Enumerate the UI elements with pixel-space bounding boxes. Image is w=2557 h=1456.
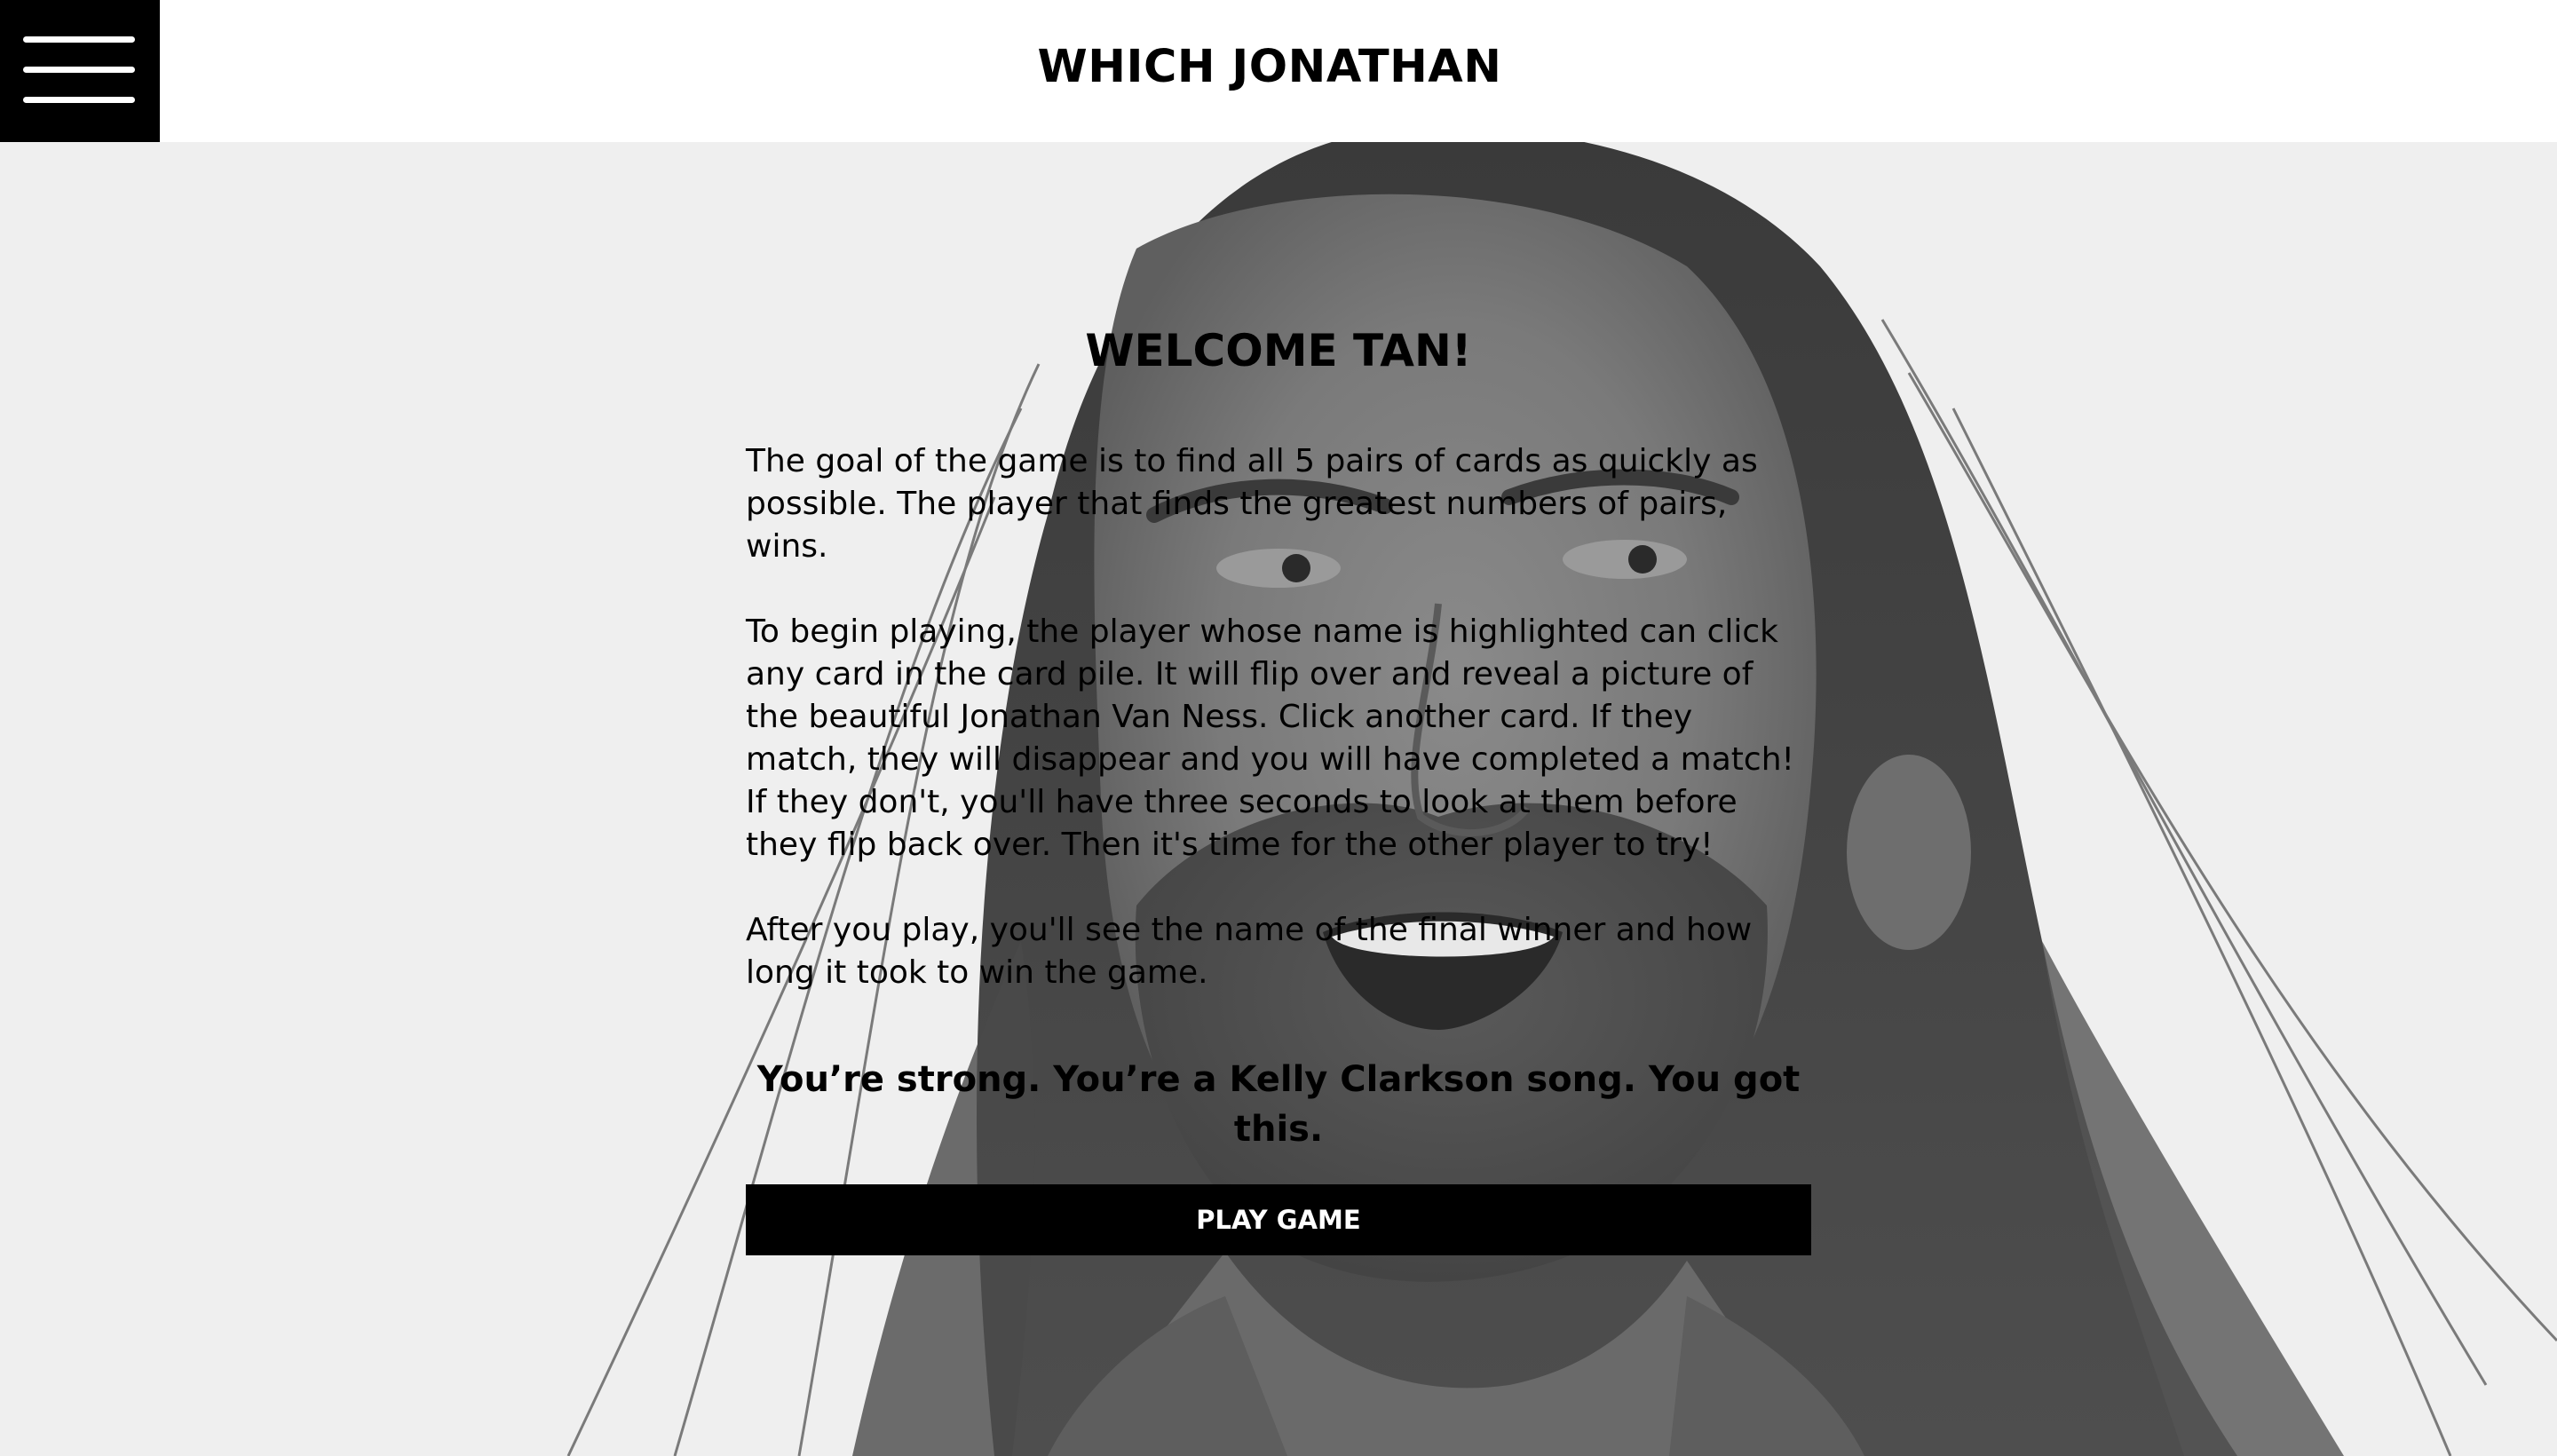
play-game-button[interactable]: PLAY GAME <box>746 1184 1811 1255</box>
site-title: WHICH JONATHAN <box>1037 41 1502 93</box>
encouragement-tagline: You’re strong. You’re a Kelly Clarkson s… <box>756 1059 1801 1150</box>
rules-paragraph-how-to-play: To begin playing, the player whose name … <box>746 613 1794 863</box>
site-header: WHICH JONATHAN <box>0 0 2557 142</box>
rules-paragraph-goal: The goal of the game is to find all 5 pa… <box>746 443 1758 565</box>
welcome-panel: WELCOME TAN! The goal of the game is to … <box>746 320 1811 1255</box>
rules-paragraph-after-play: After you play, you'll see the name of t… <box>746 912 1753 991</box>
welcome-heading: WELCOME TAN! <box>1085 325 1472 376</box>
